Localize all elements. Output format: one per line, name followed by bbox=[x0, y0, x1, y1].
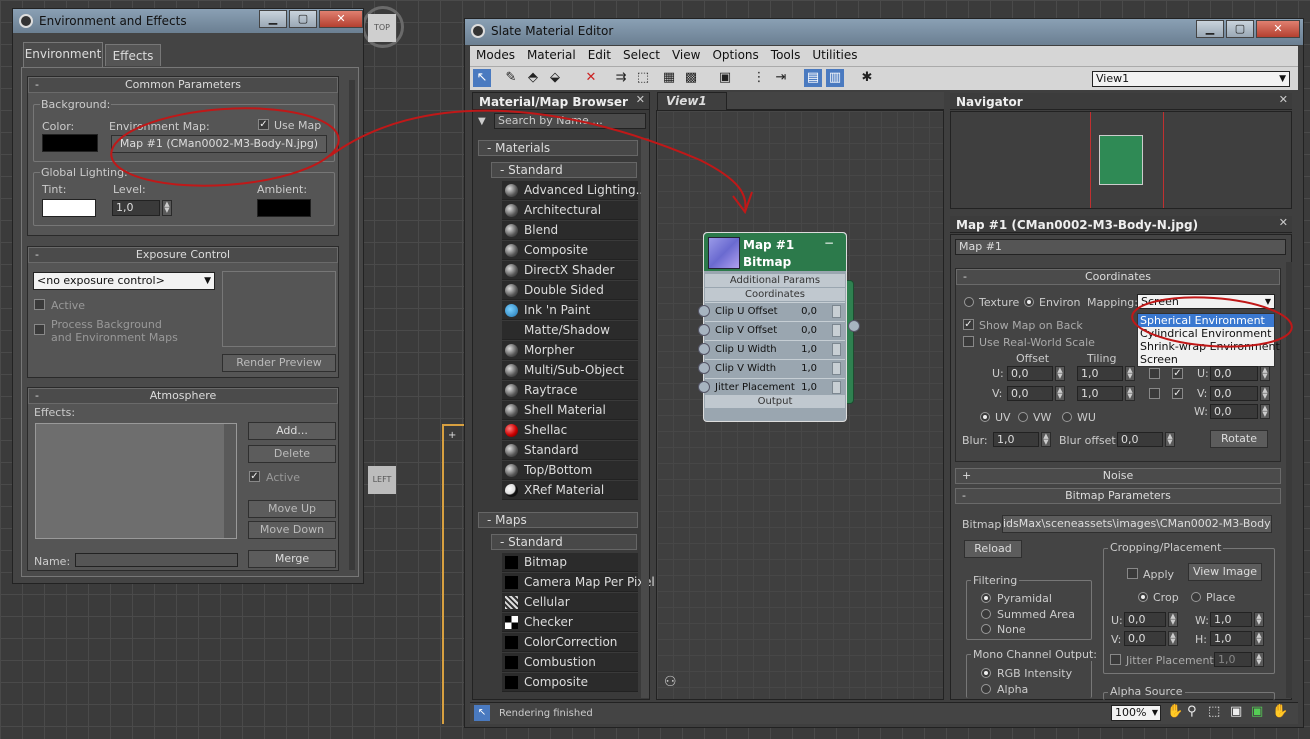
annotation-circle-map bbox=[110, 107, 340, 187]
red-annotations bbox=[110, 107, 1293, 348]
annotation-circle-mapping bbox=[1131, 296, 1293, 348]
annotation-arrow bbox=[329, 109, 747, 213]
